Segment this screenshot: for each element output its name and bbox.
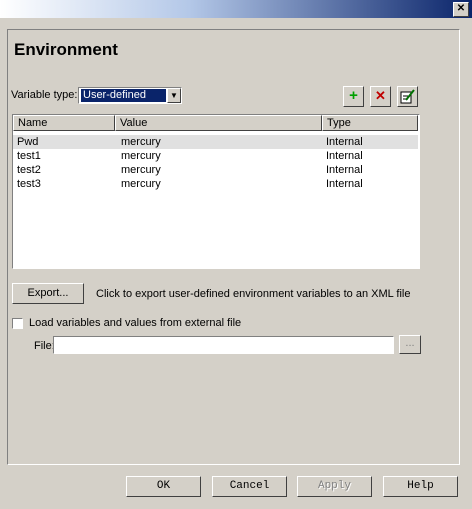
row-value: mercury xyxy=(121,164,161,176)
file-path-input[interactable] xyxy=(53,336,394,354)
variable-type-select[interactable]: User-defined ▼ xyxy=(78,87,182,104)
title-bar: ✕ xyxy=(0,0,472,18)
delete-x-icon: ✕ xyxy=(375,88,386,103)
export-button[interactable]: Export... xyxy=(12,283,84,304)
load-external-checkbox[interactable] xyxy=(12,318,23,329)
add-variable-button[interactable]: + xyxy=(343,86,364,107)
row-type: Internal xyxy=(326,150,363,162)
column-header-name[interactable]: Name xyxy=(13,115,115,131)
row-type: Internal xyxy=(326,178,363,190)
row-value: mercury xyxy=(121,136,161,148)
export-description: Click to export user-defined environment… xyxy=(96,288,411,300)
row-name: Pwd xyxy=(17,136,39,148)
cancel-button[interactable]: Cancel xyxy=(212,476,287,497)
delete-variable-button[interactable]: ✕ xyxy=(370,86,391,107)
edit-variable-button[interactable] xyxy=(397,86,418,107)
variables-table[interactable]: Name Value Type Pwd mercury Internal tes… xyxy=(12,114,420,269)
row-type: Internal xyxy=(326,136,363,148)
row-name: test1 xyxy=(17,150,41,162)
ok-button[interactable]: OK xyxy=(126,476,201,497)
column-header-value[interactable]: Value xyxy=(115,115,322,131)
row-name: test2 xyxy=(17,164,41,176)
load-external-label: Load variables and values from external … xyxy=(29,317,242,329)
page-title: Environment xyxy=(14,40,118,59)
file-label: File: xyxy=(34,340,55,352)
browse-button[interactable]: ... xyxy=(399,335,421,354)
column-header-type[interactable]: Type xyxy=(322,115,418,131)
row-type: Internal xyxy=(326,164,363,176)
close-icon[interactable]: ✕ xyxy=(453,2,469,17)
edit-icon xyxy=(400,89,415,104)
help-button[interactable]: Help xyxy=(383,476,458,497)
table-row[interactable]: test2 mercury Internal xyxy=(13,163,418,177)
row-value: mercury xyxy=(121,178,161,190)
table-row[interactable]: test1 mercury Internal xyxy=(13,149,418,163)
variable-type-value: User-defined xyxy=(80,88,167,103)
table-row[interactable]: Pwd mercury Internal xyxy=(13,135,418,149)
chevron-down-icon[interactable]: ▼ xyxy=(167,88,181,103)
variable-type-label: Variable type: xyxy=(11,89,78,101)
table-row[interactable]: test3 mercury Internal xyxy=(13,177,418,191)
row-name: test3 xyxy=(17,178,41,190)
apply-button[interactable]: Apply xyxy=(297,476,372,497)
plus-icon: + xyxy=(349,87,358,104)
row-value: mercury xyxy=(121,150,161,162)
